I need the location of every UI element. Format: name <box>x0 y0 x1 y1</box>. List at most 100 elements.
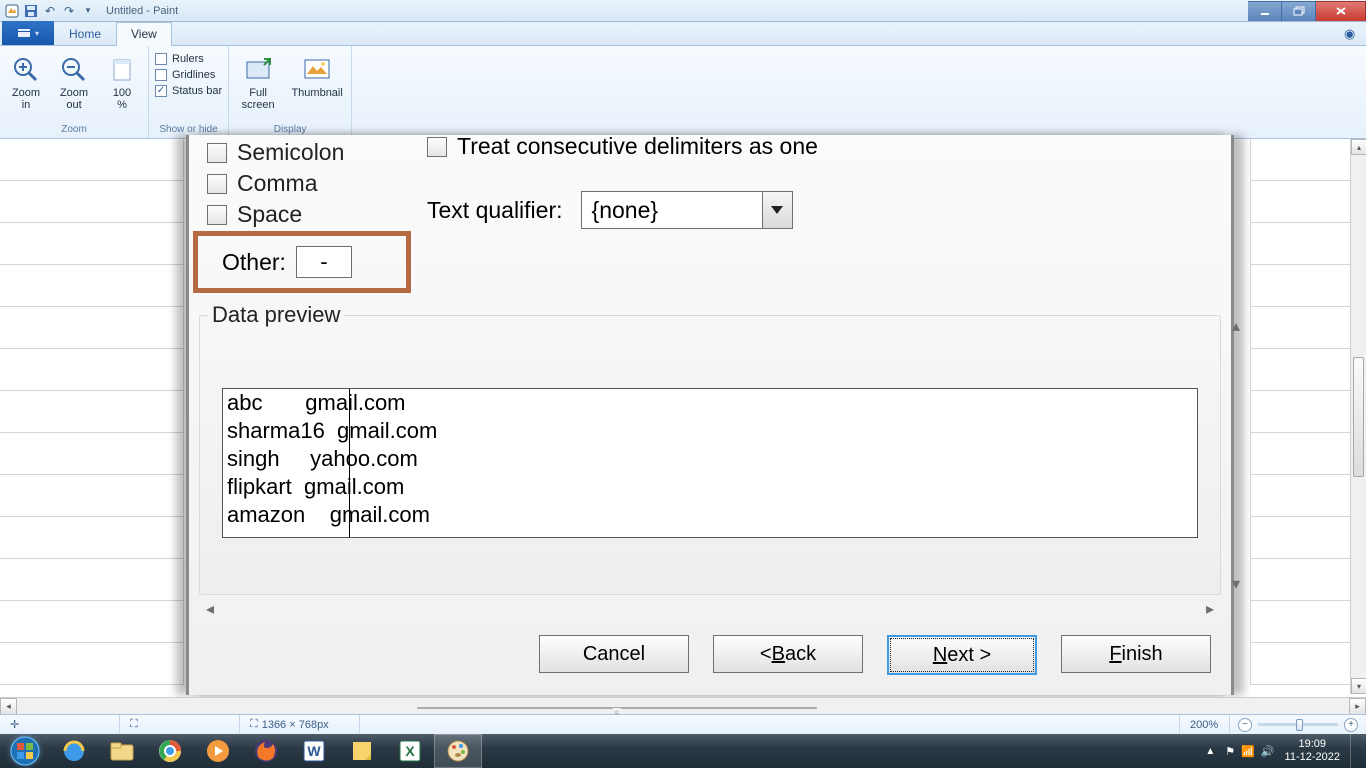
status-dimensions-value: 1366 × 768px <box>262 719 329 731</box>
chk-gridlines[interactable]: Gridlines <box>155 69 222 81</box>
paint-canvas[interactable]: Semicolon Comma Space Other: Treat conse… <box>0 139 1366 694</box>
group-show-or-hide: Rulers Gridlines Status bar Show or hide <box>149 46 229 138</box>
taskbar-date: 11-12-2022 <box>1285 751 1340 764</box>
tab-home[interactable]: Home <box>54 22 116 45</box>
cancel-button[interactable]: Cancel <box>539 635 689 673</box>
column-divider <box>349 389 350 537</box>
checkbox-icon <box>427 137 447 157</box>
group-display: Full screen Thumbnail Display <box>229 46 352 138</box>
back-button[interactable]: < Back <box>713 635 863 673</box>
dimensions-icon: ⛶ <box>250 718 258 731</box>
show-desktop-button[interactable] <box>1350 734 1360 768</box>
data-preview-frame: Data preview abc gmail.com sharma16 gmai… <box>199 315 1221 595</box>
text-qualifier-value: {none} <box>582 192 762 228</box>
zoom-slider-thumb[interactable] <box>1296 719 1303 731</box>
status-zoom-pct: 200% <box>1180 715 1230 734</box>
fullscreen-button[interactable]: Full screen <box>235 49 281 111</box>
flag-icon[interactable]: ⚑ <box>1225 745 1235 758</box>
zoom-plus-button[interactable]: + <box>1344 718 1358 732</box>
chk-statusbar-label: Status bar <box>172 85 222 97</box>
minimize-button[interactable] <box>1248 1 1282 21</box>
close-button[interactable] <box>1316 1 1366 21</box>
zoom-slider-track[interactable] <box>1258 723 1338 726</box>
zoom-slider[interactable]: − + <box>1230 718 1366 732</box>
chk-comma[interactable]: Comma <box>207 170 417 197</box>
system-tray: ▲ ⚑ 📶 🔊 19:09 11-12-2022 <box>1205 734 1366 768</box>
chk-semicolon[interactable]: Semicolon <box>207 139 417 166</box>
task-excel[interactable]: X <box>386 734 434 768</box>
chk-comma-label: Comma <box>237 170 318 197</box>
zoom-out-label: Zoom out <box>60 87 88 111</box>
zoom-minus-button[interactable]: − <box>1238 718 1252 732</box>
taskbar-clock[interactable]: 19:09 11-12-2022 <box>1285 738 1340 764</box>
task-firefox[interactable] <box>242 734 290 768</box>
fullscreen-icon <box>244 53 272 87</box>
redo-icon[interactable]: ↷ <box>61 3 77 19</box>
zoom-out-button[interactable]: Zoom out <box>54 49 94 111</box>
other-delimiter-input[interactable] <box>296 246 352 278</box>
chk-statusbar[interactable]: Status bar <box>155 85 222 97</box>
scroll-down-icon[interactable]: ▾ <box>1351 678 1366 694</box>
help-icon[interactable]: ◉ <box>1344 26 1360 42</box>
thumbnail-button[interactable]: Thumbnail <box>289 49 345 99</box>
volume-icon[interactable]: 🔊 <box>1261 745 1275 758</box>
finish-button[interactable]: Finish <box>1061 635 1211 673</box>
chk-semicolon-label: Semicolon <box>237 139 344 166</box>
scroll-left-icon[interactable]: ◂ <box>0 698 17 715</box>
zoom-out-icon <box>60 53 88 87</box>
data-preview-content: abc gmail.com sharma16 gmail.com singh y… <box>223 389 1197 529</box>
task-ie[interactable] <box>50 734 98 768</box>
chk-other-label: Other: <box>222 249 286 276</box>
file-menu-button[interactable] <box>2 21 54 45</box>
next-button[interactable]: Next > <box>887 635 1037 675</box>
other-delimiter-highlight: Other: <box>193 231 411 293</box>
ribbon-tabs: Home View ◉ <box>0 22 1366 46</box>
network-icon[interactable]: 📶 <box>1241 745 1255 758</box>
task-chrome[interactable] <box>146 734 194 768</box>
status-cursor-pos: ✛ <box>0 715 120 734</box>
start-button[interactable] <box>0 734 50 768</box>
restore-button[interactable] <box>1282 1 1316 21</box>
task-paint[interactable] <box>434 734 482 768</box>
scroll-right-icon[interactable]: ▸ <box>1349 698 1366 715</box>
window-controls <box>1248 1 1366 21</box>
scrollbar-thumb[interactable] <box>1353 357 1364 477</box>
group-zoom-label: Zoom <box>6 122 142 138</box>
qat-dropdown-icon[interactable]: ▾ <box>80 3 96 19</box>
zoom-100-button[interactable]: 100 % <box>102 49 142 111</box>
task-word[interactable]: W <box>290 734 338 768</box>
save-icon[interactable] <box>23 3 39 19</box>
paint-app-icon <box>4 3 20 19</box>
scrollbar-thumb[interactable]: ≡ <box>417 707 817 709</box>
canvas-horizontal-scrollbar[interactable]: ◂ ≡ ▸ <box>0 697 1366 714</box>
svg-text:W: W <box>307 743 321 759</box>
task-explorer[interactable] <box>98 734 146 768</box>
task-stickynotes[interactable] <box>338 734 386 768</box>
chk-space[interactable]: Space <box>207 201 417 228</box>
delimiter-options: Semicolon Comma Space <box>207 135 417 232</box>
chk-rulers[interactable]: Rulers <box>155 53 222 65</box>
text-qualifier-label: Text qualifier: <box>427 197 563 224</box>
task-mediaplayer[interactable] <box>194 734 242 768</box>
zoom-in-label: Zoom in <box>12 87 40 111</box>
quick-access-toolbar: ↶ ↷ ▾ <box>4 3 96 19</box>
zoom-in-button[interactable]: Zoom in <box>6 49 46 111</box>
checkbox-icon <box>207 174 227 194</box>
preview-hscroll[interactable]: ◂▸ <box>200 598 1220 620</box>
tray-overflow-icon[interactable]: ▲ <box>1205 746 1215 757</box>
checkbox-icon <box>207 143 227 163</box>
text-qualifier-select[interactable]: {none} <box>581 191 793 229</box>
title-bar: ↶ ↷ ▾ Untitled - Paint <box>0 0 1366 22</box>
taskbar: W X ▲ ⚑ 📶 🔊 19:09 11-12-2022 <box>0 734 1366 768</box>
preview-vscroll[interactable]: ▴▾ <box>1224 316 1248 594</box>
undo-icon[interactable]: ↶ <box>42 3 58 19</box>
fullscreen-label: Full screen <box>242 87 275 111</box>
crosshair-icon: ✛ <box>10 718 19 731</box>
excel-grid-left <box>0 139 184 694</box>
canvas-vertical-scrollbar[interactable]: ▴ ▾ <box>1350 139 1366 694</box>
chk-consecutive[interactable]: Treat consecutive delimiters as one <box>427 133 818 160</box>
checkbox-icon <box>207 205 227 225</box>
tab-view[interactable]: View <box>116 22 172 46</box>
chk-space-label: Space <box>237 201 302 228</box>
scroll-up-icon[interactable]: ▴ <box>1351 139 1366 155</box>
